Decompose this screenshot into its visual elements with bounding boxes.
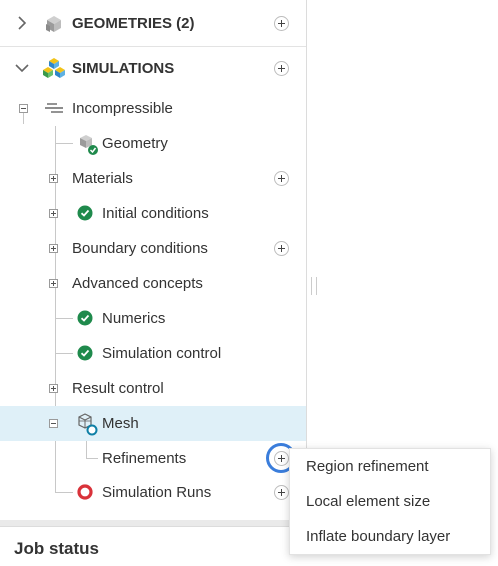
check-circle-icon: [77, 310, 93, 326]
cube-icon: [80, 135, 98, 155]
add-geometry-button[interactable]: [274, 16, 289, 31]
tree-row-geometries[interactable]: GEOMETRIES (2): [0, 6, 306, 41]
chevron-down-icon[interactable]: [14, 60, 30, 76]
add-boundary-condition-button[interactable]: [274, 241, 289, 256]
add-refinement-menu: Region refinement Local element size Inf…: [289, 448, 491, 555]
mesh-icon: [78, 413, 98, 436]
refinements-label: Refinements: [102, 450, 187, 467]
advanced-concepts-label: Advanced concepts: [72, 275, 203, 292]
divider: [0, 46, 306, 47]
tree-row-simulations[interactable]: SIMULATIONS: [0, 51, 306, 86]
menu-item-inflate-boundary-layer[interactable]: Inflate boundary layer: [306, 528, 450, 545]
boundary-conditions-label: Boundary conditions: [72, 240, 208, 257]
run-ring-icon: [77, 484, 93, 500]
tree-row-refinements[interactable]: Refinements: [0, 441, 306, 476]
tree-row-advanced-concepts[interactable]: Advanced concepts: [0, 266, 306, 301]
simulation-tree-panel: GEOMETRIES (2) SIMULATIONS Incompressibl…: [0, 0, 307, 520]
tree-row-mesh[interactable]: Mesh: [0, 406, 306, 441]
expand-toggle[interactable]: [49, 384, 58, 393]
chevron-right-icon[interactable]: [14, 15, 30, 31]
add-simulation-run-button[interactable]: [274, 485, 289, 500]
tree-row-result-control[interactable]: Result control: [0, 371, 306, 406]
geometry-label: Geometry: [102, 135, 168, 152]
mesh-label: Mesh: [102, 415, 139, 432]
check-circle-icon: [77, 345, 93, 361]
expand-toggle[interactable]: [49, 209, 58, 218]
collapse-toggle[interactable]: [49, 419, 58, 428]
expand-toggle[interactable]: [49, 279, 58, 288]
numerics-label: Numerics: [102, 310, 166, 327]
tree-row-geometry[interactable]: Geometry: [0, 126, 306, 161]
tree-row-materials[interactable]: Materials: [0, 161, 306, 196]
simulation-control-label: Simulation control: [102, 345, 222, 362]
geometries-label: GEOMETRIES (2): [72, 15, 195, 32]
result-control-label: Result control: [72, 380, 164, 397]
add-simulation-button[interactable]: [274, 61, 289, 76]
expand-toggle[interactable]: [49, 174, 58, 183]
tree-row-initial-conditions[interactable]: Initial conditions: [0, 196, 306, 231]
simulation-runs-label: Simulation Runs: [102, 484, 212, 501]
tree-row-simulation-runs[interactable]: Simulation Runs: [0, 475, 306, 510]
tree-row-incompressible[interactable]: Incompressible: [0, 91, 306, 126]
materials-label: Materials: [72, 170, 133, 187]
menu-item-region-refinement[interactable]: Region refinement: [306, 458, 429, 475]
menu-item-local-element-size[interactable]: Local element size: [306, 493, 430, 510]
simulation-cubes-icon: [43, 58, 65, 78]
settings-lines-icon: [45, 103, 63, 113]
add-material-button[interactable]: [274, 171, 289, 186]
tree-row-boundary-conditions[interactable]: Boundary conditions: [0, 231, 306, 266]
incompressible-label: Incompressible: [72, 100, 173, 117]
check-circle-icon: [77, 205, 93, 221]
expand-toggle[interactable]: [49, 244, 58, 253]
initial-conditions-label: Initial conditions: [102, 205, 209, 222]
tree-row-numerics[interactable]: Numerics: [0, 301, 306, 336]
simulations-label: SIMULATIONS: [72, 60, 175, 77]
job-status-panel: Job status: [0, 526, 306, 566]
panel-resize-handle[interactable]: [311, 277, 317, 295]
collapse-toggle[interactable]: [19, 104, 28, 113]
tree-row-simulation-control[interactable]: Simulation control: [0, 336, 306, 371]
job-status-title: Job status: [14, 539, 100, 558]
cube-icon: [46, 16, 61, 32]
